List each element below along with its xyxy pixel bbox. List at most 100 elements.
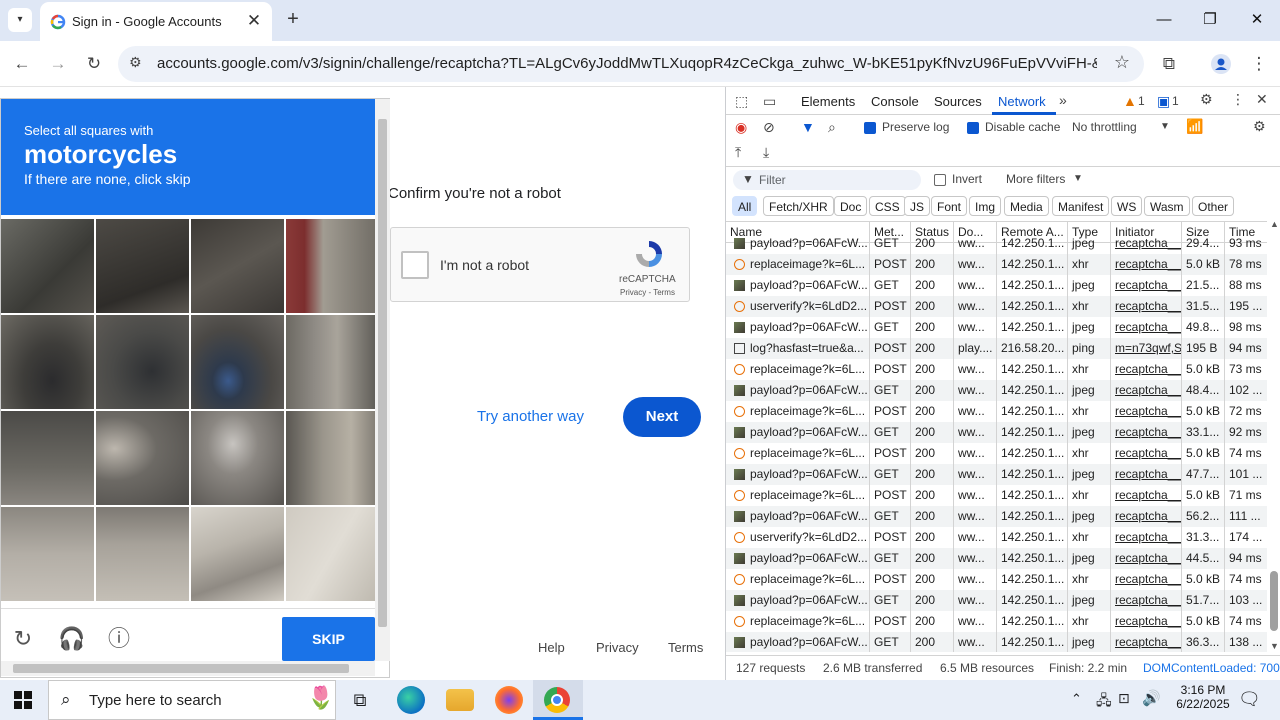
minimize-button[interactable]: — — [1141, 6, 1187, 34]
next-button[interactable]: Next — [623, 397, 701, 437]
cell-initiator[interactable]: recaptcha__e — [1111, 590, 1182, 611]
table-row[interactable]: log?hasfast=true&a... POST 200 play.... 216.… — [726, 338, 1267, 359]
table-row[interactable]: payload?p=06AFcW... GET 200 ww... 142.250.1.… — [726, 548, 1267, 569]
network-settings-gear-icon[interactable]: ⚙ — [1253, 118, 1266, 135]
profile-avatar-icon[interactable] — [1208, 51, 1234, 77]
table-row[interactable]: replaceimage?k=6L... POST 200 ww... 142.250.… — [726, 569, 1267, 590]
table-row[interactable]: userverify?k=6LdD2... POST 200 ww... 142.250… — [726, 296, 1267, 317]
cell-initiator[interactable]: recaptcha__e — [1111, 632, 1182, 652]
more-filters-button[interactable]: More filters — [1006, 172, 1065, 186]
table-row[interactable]: payload?p=06AFcW... GET 200 ww... 142.250.1.… — [726, 506, 1267, 527]
cell-initiator[interactable]: recaptcha__e — [1111, 422, 1182, 443]
table-row[interactable]: payload?p=06AFcW... GET 200 ww... 142.250.1.… — [726, 590, 1267, 611]
chip-manifest[interactable]: Manifest — [1052, 196, 1110, 216]
grid-tile[interactable] — [96, 507, 189, 601]
network-tray-icon[interactable]: 🖧 — [1096, 690, 1112, 714]
table-row[interactable]: payload?p=06AFcW... GET 200 ww... 142.250.1.… — [726, 464, 1267, 485]
chip-ws[interactable]: WS — [1111, 196, 1143, 216]
volume-tray-icon[interactable]: 🔊 — [1142, 689, 1161, 707]
cell-initiator[interactable]: m=n73qwf,S — [1111, 338, 1182, 359]
more-tabs-icon[interactable]: » — [1059, 92, 1067, 108]
grid-tile[interactable] — [286, 411, 379, 505]
throttling-select[interactable]: No throttling — [1072, 120, 1137, 134]
grid-tile[interactable] — [191, 315, 284, 409]
invert-checkbox[interactable] — [934, 174, 946, 186]
tab-sources[interactable]: Sources — [934, 94, 982, 109]
network-table-scrollbar[interactable]: ▲ ▼ — [1267, 219, 1280, 652]
chip-font[interactable]: Font — [931, 196, 968, 216]
table-row[interactable]: payload?p=06AFcW... GET 200 ww... 142.250.1.… — [726, 380, 1267, 401]
wifi-tray-icon[interactable]: ⊡ — [1118, 690, 1130, 707]
cell-initiator[interactable]: recaptcha__e — [1111, 359, 1182, 380]
recaptcha-links[interactable]: Privacy - Terms — [620, 288, 675, 297]
cell-initiator[interactable]: recaptcha__e — [1111, 380, 1182, 401]
filter-input[interactable]: ▼ Filter — [733, 170, 921, 190]
chip-other[interactable]: Other — [1192, 196, 1235, 216]
info-icon[interactable]: ⓘ — [106, 626, 132, 652]
challenge-horizontal-scrollbar[interactable] — [1, 661, 375, 676]
cell-initiator[interactable]: recaptcha__e — [1111, 569, 1182, 590]
filter-funnel-icon[interactable]: ▼ — [801, 119, 815, 135]
table-row[interactable]: replaceimage?k=6L... POST 200 ww... 142.250.… — [726, 254, 1267, 275]
reload-icon[interactable]: ↻ — [81, 51, 107, 77]
grid-tile[interactable] — [286, 315, 379, 409]
footer-help-link[interactable]: Help — [538, 640, 565, 655]
chip-img[interactable]: Img — [969, 196, 1002, 216]
tab-network[interactable]: Network — [998, 94, 1046, 109]
grid-tile[interactable] — [191, 411, 284, 505]
table-row[interactable]: replaceimage?k=6L... POST 200 ww... 142.250.… — [726, 443, 1267, 464]
show-hidden-icons-chevron[interactable]: ⌃ — [1071, 691, 1082, 707]
table-row[interactable]: payload?p=06AFcW... GET 200 ww... 142.250.1.… — [726, 233, 1267, 254]
recaptcha-checkbox[interactable] — [401, 251, 429, 279]
import-har-icon[interactable]: ⤒ — [735, 144, 741, 161]
more-filters-chevron-icon[interactable]: ▼ — [1073, 173, 1083, 184]
grid-tile[interactable] — [286, 507, 379, 601]
table-row[interactable]: userverify?k=6LdD2... POST 200 ww... 142.250… — [726, 527, 1267, 548]
restore-button[interactable]: ❐ — [1187, 6, 1233, 34]
grid-tile[interactable] — [1, 315, 94, 409]
tab-elements[interactable]: Elements — [801, 94, 855, 109]
table-row[interactable]: replaceimage?k=6L... POST 200 ww... 142.250.… — [726, 359, 1267, 380]
task-view-icon[interactable]: ⧉ — [346, 686, 374, 714]
footer-terms-link[interactable]: Terms — [668, 640, 703, 655]
cell-initiator[interactable]: recaptcha__e — [1111, 506, 1182, 527]
export-har-icon[interactable]: ⤓ — [763, 144, 769, 161]
forward-icon[interactable]: → — [45, 51, 71, 77]
chip-all[interactable]: All — [732, 196, 758, 216]
table-row[interactable]: payload?p=06AFcW... GET 200 ww... 142.250.1.… — [726, 422, 1267, 443]
cell-initiator[interactable]: recaptcha__e — [1111, 548, 1182, 569]
table-row[interactable]: replaceimage?k=6L... POST 200 ww... 142.250.… — [726, 485, 1267, 506]
table-row[interactable]: replaceimage?k=6L... POST 200 ww... 142.250.… — [726, 611, 1267, 632]
close-devtools-icon[interactable]: ✕ — [1256, 91, 1268, 108]
new-tab-button[interactable]: + — [282, 8, 304, 30]
cell-initiator[interactable]: recaptcha__e — [1111, 275, 1182, 296]
close-tab-icon[interactable]: ✕ — [244, 11, 264, 31]
close-window-button[interactable]: ✕ — [1234, 6, 1280, 34]
chip-doc[interactable]: Doc — [834, 196, 868, 216]
tab-console[interactable]: Console — [871, 94, 919, 109]
table-row[interactable]: payload?p=06AFcW... GET 200 ww... 142.250.1.… — [726, 632, 1267, 652]
taskbar-clock[interactable]: 3:16 PM 6/22/2025 — [1168, 683, 1238, 711]
extensions-icon[interactable]: ⧉ — [1156, 51, 1182, 77]
grid-tile[interactable] — [96, 219, 189, 313]
back-icon[interactable]: ← — [9, 51, 35, 77]
file-explorer-icon[interactable] — [446, 689, 474, 711]
messages-icon[interactable]: ▣ — [1157, 93, 1170, 110]
chip-wasm[interactable]: Wasm — [1144, 196, 1190, 216]
devtools-menu-icon[interactable]: ⋮ — [1231, 91, 1245, 108]
grid-tile[interactable] — [96, 315, 189, 409]
cell-initiator[interactable]: recaptcha__e — [1111, 401, 1182, 422]
grid-tile[interactable] — [1, 507, 94, 601]
warning-icon[interactable]: ▲ — [1123, 93, 1137, 109]
chevron-down-icon[interactable]: ▼ — [1160, 121, 1170, 132]
tab-search-button[interactable]: ▾ — [8, 8, 32, 32]
address-bar[interactable]: ⚙ accounts.google.com/v3/signin/challeng… — [118, 46, 1144, 82]
cell-initiator[interactable]: recaptcha__e — [1111, 254, 1182, 275]
grid-tile[interactable] — [286, 219, 379, 313]
tab-active[interactable]: Sign in - Google Accounts ✕ — [40, 2, 272, 41]
menu-kebab-icon[interactable]: ⋮ — [1246, 51, 1272, 77]
notifications-icon[interactable]: 🗨 — [1238, 689, 1261, 710]
grid-tile[interactable] — [191, 219, 284, 313]
table-row[interactable]: replaceimage?k=6L... POST 200 ww... 142.250.… — [726, 401, 1267, 422]
disable-cache-checkbox[interactable] — [967, 122, 979, 134]
